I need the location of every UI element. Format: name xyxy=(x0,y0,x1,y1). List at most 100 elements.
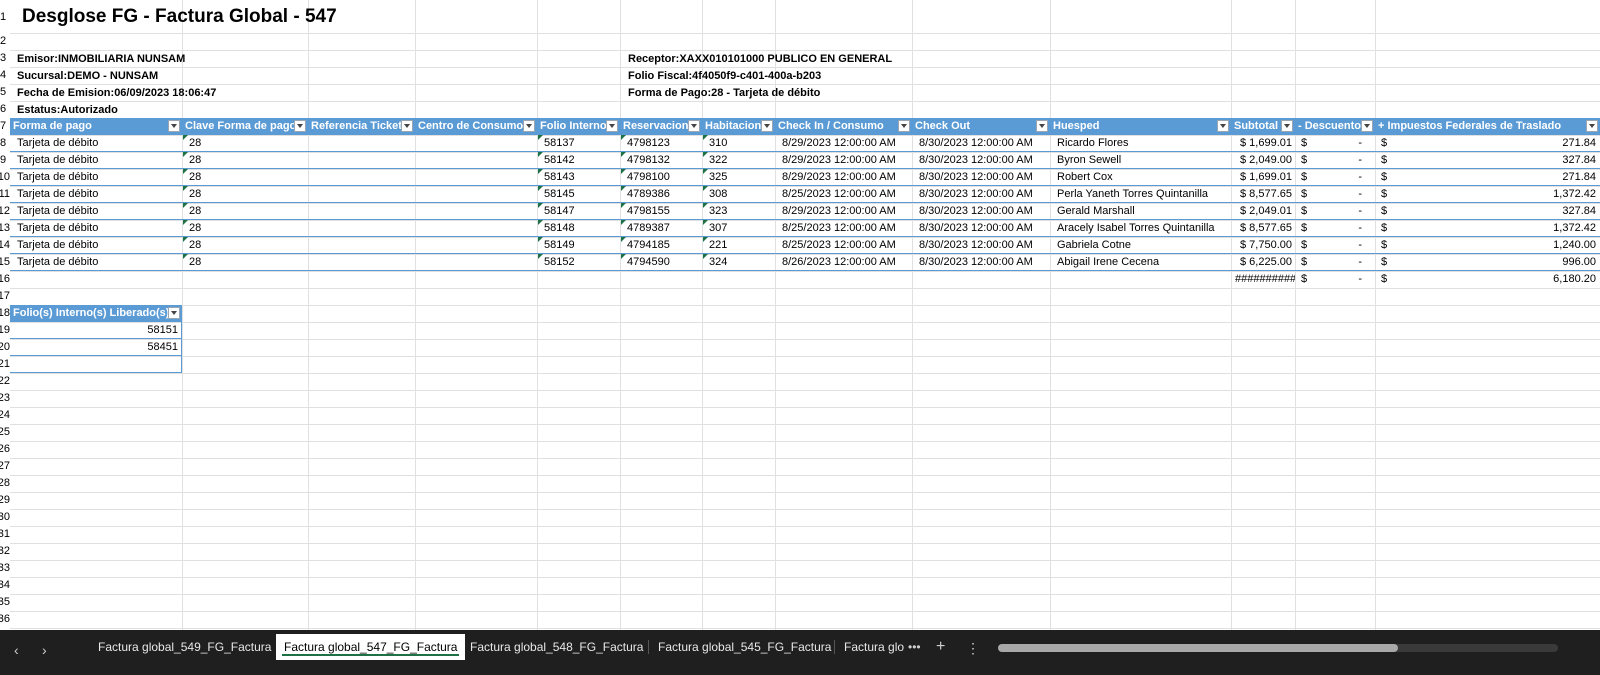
table-cell[interactable] xyxy=(419,203,537,220)
table-cell[interactable]: 28 xyxy=(183,220,306,237)
table-cell[interactable]: 4794185 xyxy=(621,237,702,254)
table-cell[interactable]: 8/30/2023 12:00:00 AM xyxy=(916,169,1052,186)
sheet-tab[interactable]: Factura glo xyxy=(836,634,912,660)
liberados-header[interactable]: Folio(s) Interno(s) Liberado(s) xyxy=(10,305,182,322)
table-cell[interactable]: 8/30/2023 12:00:00 AM xyxy=(916,237,1052,254)
column-header[interactable]: Check In / Consumo xyxy=(775,118,912,135)
table-cell[interactable]: 58145 xyxy=(538,186,619,203)
filter-dropdown-icon[interactable] xyxy=(1217,120,1229,132)
horizontal-scrollbar[interactable] xyxy=(990,642,1590,652)
table-cell[interactable]: Tarjeta de débito xyxy=(14,152,182,169)
column-header[interactable]: Forma de pago xyxy=(10,118,182,135)
row-number[interactable]: 33 xyxy=(0,560,10,577)
table-cell[interactable]: 221 xyxy=(703,237,776,254)
liberado-folio-cell[interactable] xyxy=(11,356,181,373)
table-cell[interactable]: 8/30/2023 12:00:00 AM xyxy=(916,135,1052,152)
table-cell[interactable]: 324 xyxy=(703,254,776,271)
table-cell[interactable]: $ 7,750.00 xyxy=(1232,237,1295,254)
scrollbar-thumb[interactable] xyxy=(998,644,1398,652)
column-header[interactable]: Check Out xyxy=(912,118,1050,135)
table-cell[interactable]: - xyxy=(1315,254,1365,271)
sheet-tab[interactable]: Factura global_548_FG_Factura xyxy=(462,634,651,660)
column-header[interactable]: - Descuento xyxy=(1295,118,1375,135)
table-cell[interactable]: - xyxy=(1315,220,1365,237)
subtotal-total-cell[interactable]: ########## xyxy=(1232,271,1295,288)
sucursal-cell[interactable]: Sucursal:DEMO - NUNSAM xyxy=(14,68,314,85)
table-cell[interactable] xyxy=(419,254,537,271)
table-cell[interactable]: 8/25/2023 12:00:00 AM xyxy=(779,186,913,203)
row-number[interactable]: 7 xyxy=(0,118,10,135)
table-cell[interactable]: 996.00 xyxy=(1395,254,1599,271)
table-cell[interactable] xyxy=(419,186,537,203)
row-number[interactable]: 8 xyxy=(0,135,10,152)
table-cell[interactable] xyxy=(312,169,412,186)
table-cell[interactable] xyxy=(312,237,412,254)
row-number[interactable]: 26 xyxy=(0,441,10,458)
filter-dropdown-icon[interactable] xyxy=(168,120,180,132)
row-number[interactable]: 16 xyxy=(0,271,10,288)
folio-fiscal-cell[interactable]: Folio Fiscal:4f4050f9-c401-400a-b203 xyxy=(625,68,1025,85)
row-number[interactable]: 32 xyxy=(0,543,10,560)
table-cell[interactable]: 327.84 xyxy=(1395,203,1599,220)
table-cell[interactable]: 58137 xyxy=(538,135,619,152)
descuento-total-cell[interactable]: - xyxy=(1315,271,1365,288)
row-number[interactable]: 15 xyxy=(0,254,10,271)
table-cell[interactable]: $ 1,699.01 xyxy=(1232,135,1295,152)
table-cell[interactable]: - xyxy=(1315,186,1365,203)
row-number[interactable]: 34 xyxy=(0,577,10,594)
table-cell[interactable]: Tarjeta de débito xyxy=(14,203,182,220)
filter-dropdown-icon[interactable] xyxy=(1586,120,1598,132)
more-tabs-icon[interactable]: ••• xyxy=(908,640,921,654)
table-cell[interactable]: 58143 xyxy=(538,169,619,186)
row-number[interactable]: 22 xyxy=(0,373,10,390)
row-number[interactable]: 21 xyxy=(0,356,10,373)
table-cell[interactable]: 4789386 xyxy=(621,186,702,203)
column-header[interactable]: Subtotal xyxy=(1231,118,1295,135)
table-cell[interactable]: 4798155 xyxy=(621,203,702,220)
table-cell[interactable]: $ 2,049.00 xyxy=(1232,152,1295,169)
table-cell[interactable]: 323 xyxy=(703,203,776,220)
table-cell[interactable]: 58148 xyxy=(538,220,619,237)
row-number[interactable]: 20 xyxy=(0,339,10,356)
table-cell[interactable] xyxy=(312,135,412,152)
filter-dropdown-icon[interactable] xyxy=(898,120,910,132)
table-cell[interactable]: 8/30/2023 12:00:00 AM xyxy=(916,203,1052,220)
table-cell[interactable]: - xyxy=(1315,237,1365,254)
column-header[interactable]: Huesped xyxy=(1050,118,1231,135)
table-cell[interactable]: 58149 xyxy=(538,237,619,254)
sheet-tab[interactable]: Factura global_545_FG_Factura xyxy=(650,634,839,660)
table-cell[interactable]: 322 xyxy=(703,152,776,169)
table-cell[interactable]: 1,372.42 xyxy=(1395,220,1599,237)
table-cell[interactable]: 4798100 xyxy=(621,169,702,186)
table-cell[interactable]: Tarjeta de débito xyxy=(14,254,182,271)
sheet-tab-active[interactable]: Factura global_547_FG_Factura xyxy=(276,634,466,660)
prev-sheet-icon[interactable]: ‹ xyxy=(14,642,19,658)
row-number[interactable]: 1 xyxy=(0,9,10,26)
table-cell[interactable]: Aracely Isabel Torres Quintanilla xyxy=(1054,220,1234,237)
table-cell[interactable]: 8/30/2023 12:00:00 AM xyxy=(916,220,1052,237)
column-header[interactable]: + Impuestos Federales de Traslado xyxy=(1375,118,1600,135)
table-cell[interactable]: Robert Cox xyxy=(1054,169,1234,186)
table-cell[interactable]: 4794590 xyxy=(621,254,702,271)
column-header[interactable]: Reservacion xyxy=(620,118,702,135)
spreadsheet-grid[interactable]: 1 2 3 4 5 6 7 8 9 10 11 12 13 14 15 16 17 18 19 20 21 22 23 24 2… xyxy=(0,0,1600,640)
table-cell[interactable] xyxy=(419,169,537,186)
table-cell[interactable]: - xyxy=(1315,135,1365,152)
table-cell[interactable] xyxy=(312,152,412,169)
row-number[interactable]: 2 xyxy=(0,33,10,50)
table-cell[interactable] xyxy=(419,152,537,169)
impuestos-total-cell[interactable]: 6,180.20 xyxy=(1395,271,1599,288)
table-cell[interactable]: 58152 xyxy=(538,254,619,271)
filter-dropdown-icon[interactable] xyxy=(401,120,413,132)
column-header[interactable]: Referencia Ticket xyxy=(308,118,415,135)
table-cell[interactable]: 8/30/2023 12:00:00 AM xyxy=(916,254,1052,271)
table-cell[interactable]: $ 8,577.65 xyxy=(1232,220,1295,237)
row-number[interactable]: 35 xyxy=(0,594,10,611)
filter-dropdown-icon[interactable] xyxy=(1281,120,1293,132)
table-cell[interactable]: Tarjeta de débito xyxy=(14,169,182,186)
emisor-cell[interactable]: Emisor:INMOBILIARIA NUNSAM xyxy=(14,51,314,68)
receptor-cell[interactable]: Receptor:XAXX010101000 PUBLICO EN GENERA… xyxy=(625,51,1025,68)
table-cell[interactable]: - xyxy=(1315,203,1365,220)
table-cell[interactable]: Perla Yaneth Torres Quintanilla xyxy=(1054,186,1234,203)
row-number[interactable]: 9 xyxy=(0,152,10,169)
